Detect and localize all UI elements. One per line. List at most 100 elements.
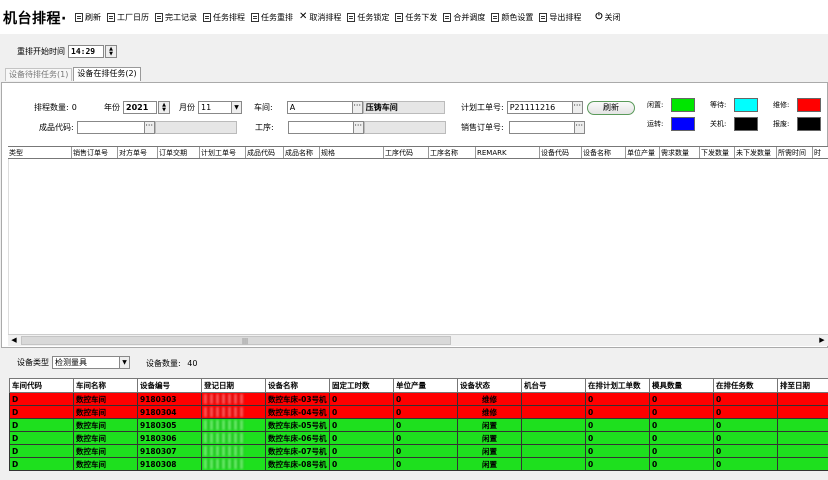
year-spinner[interactable]: ▲ ▼ [158, 101, 170, 114]
table-cell[interactable]: 0 [393, 457, 458, 471]
table-cell[interactable]: 9180303 [137, 392, 202, 406]
equipment-type-select[interactable]: 检测量具 ▼ [52, 356, 130, 369]
column-header[interactable]: 工序代码 [384, 147, 429, 158]
table-row[interactable]: D 数控车间 9180308 数控车床-08号机 0 0 闲置 0 0 0 [9, 457, 828, 471]
table-cell[interactable]: 0 [649, 444, 714, 458]
table-cell[interactable]: 0 [649, 405, 714, 419]
table-cell[interactable] [777, 444, 828, 458]
column-header[interactable]: 订单交期 [158, 147, 200, 158]
column-header[interactable]: 单位产量 [626, 147, 660, 158]
table-row[interactable]: D 数控车间 9180304 数控车床-04号机 0 0 维修 0 0 0 [9, 405, 828, 419]
table-cell[interactable]: 维修 [457, 405, 522, 419]
table-cell[interactable] [521, 392, 586, 406]
table-cell[interactable]: 0 [649, 418, 714, 432]
table-cell[interactable]: 数控车床-08号机 [265, 457, 330, 471]
factory-calendar-button[interactable]: 工厂日历 [107, 11, 149, 23]
table-cell[interactable]: D [9, 444, 74, 458]
task-dispatch-button[interactable]: 任务下发 [395, 11, 437, 23]
table-cell[interactable]: 0 [585, 418, 650, 432]
color-settings-button[interactable]: 颜色设置 [491, 11, 533, 23]
table-cell[interactable]: 0 [393, 405, 458, 419]
column-header[interactable]: 设备状态 [457, 378, 522, 393]
lookup-icon[interactable]: ··· [573, 122, 584, 133]
lookup-icon[interactable]: ··· [352, 122, 363, 133]
task-grid-body[interactable] [8, 159, 828, 334]
restart-time-input[interactable]: 14:29 [68, 45, 104, 58]
tab-pending-tasks[interactable]: 设备待排任务(1) [5, 68, 73, 81]
table-cell[interactable]: 数控车间 [73, 418, 138, 432]
table-cell[interactable]: 数控车间 [73, 392, 138, 406]
registration-date-cell[interactable] [201, 392, 266, 406]
table-cell[interactable]: D [9, 431, 74, 445]
registration-date-cell[interactable] [201, 444, 266, 458]
scroll-left-icon[interactable]: ◀ [8, 335, 20, 346]
table-cell[interactable]: 0 [713, 444, 778, 458]
table-cell[interactable]: 0 [649, 457, 714, 471]
table-cell[interactable]: 0 [713, 457, 778, 471]
column-header[interactable]: 设备名称 [265, 378, 330, 393]
column-header[interactable]: 工序名称 [429, 147, 476, 158]
lookup-icon[interactable]: ··· [143, 122, 154, 133]
table-cell[interactable]: 0 [713, 431, 778, 445]
table-cell[interactable]: 闲置 [457, 444, 522, 458]
column-header[interactable]: 类型 [8, 147, 72, 158]
column-header[interactable]: 下发数量 [700, 147, 735, 158]
table-cell[interactable]: D [9, 405, 74, 419]
table-cell[interactable]: 0 [713, 392, 778, 406]
table-cell[interactable] [521, 418, 586, 432]
restart-time-spinner[interactable]: ▲ ▼ [105, 45, 117, 58]
table-cell[interactable]: 0 [393, 418, 458, 432]
column-header[interactable]: 设备名称 [582, 147, 626, 158]
table-row[interactable]: D 数控车间 9180307 数控车床-07号机 0 0 闲置 0 0 0 [9, 444, 828, 458]
merge-dispatch-button[interactable]: 合并调度 [443, 11, 485, 23]
table-cell[interactable]: 数控车床-06号机 [265, 431, 330, 445]
column-header[interactable]: 时 [813, 147, 823, 158]
table-cell[interactable]: 数控车间 [73, 405, 138, 419]
task-grid-horizontal-scrollbar[interactable]: ◀ ||| ▶ [8, 334, 828, 346]
table-cell[interactable]: 0 [329, 457, 394, 471]
column-header[interactable]: 固定工时数 [329, 378, 394, 393]
tab-scheduled-tasks[interactable]: 设备在排任务(2) [73, 67, 141, 81]
task-schedule-button[interactable]: 任务排程 [203, 11, 245, 23]
table-row[interactable]: D 数控车间 9180306 数控车床-06号机 0 0 闲置 0 0 0 [9, 431, 828, 445]
table-cell[interactable]: 数控车间 [73, 431, 138, 445]
table-cell[interactable] [777, 457, 828, 471]
registration-date-cell[interactable] [201, 431, 266, 445]
column-header[interactable]: 在排计划工单数 [585, 378, 650, 393]
table-cell[interactable]: 0 [585, 444, 650, 458]
column-header[interactable]: 规格 [320, 147, 384, 158]
column-header[interactable]: REMARK [476, 147, 540, 158]
table-cell[interactable]: 0 [329, 418, 394, 432]
table-cell[interactable]: 9180306 [137, 431, 202, 445]
column-header[interactable]: 机台号 [521, 378, 586, 393]
table-cell[interactable]: 数控车床-04号机 [265, 405, 330, 419]
table-cell[interactable]: 数控车床-07号机 [265, 444, 330, 458]
table-cell[interactable]: D [9, 457, 74, 471]
table-row[interactable]: D 数控车间 9180303 数控车床-03号机 0 0 维修 0 0 0 [9, 392, 828, 406]
column-header[interactable]: 在排任务数 [713, 378, 778, 393]
task-lock-button[interactable]: 任务锁定 [347, 11, 389, 23]
close-button[interactable]: ⏻ 关闭 [595, 11, 620, 23]
column-header[interactable]: 登记日期 [201, 378, 266, 393]
refresh-button[interactable]: 刷新 [75, 11, 101, 23]
table-cell[interactable]: 0 [585, 431, 650, 445]
table-cell[interactable]: 0 [649, 431, 714, 445]
process-input[interactable]: ··· [287, 121, 364, 134]
cancel-schedule-button[interactable]: ✕ 取消排程 [299, 11, 341, 23]
table-cell[interactable]: 闲置 [457, 457, 522, 471]
table-cell[interactable] [521, 405, 586, 419]
table-cell[interactable]: 闲置 [457, 431, 522, 445]
table-cell[interactable]: 0 [585, 457, 650, 471]
table-cell[interactable] [777, 392, 828, 406]
table-cell[interactable]: 维修 [457, 392, 522, 406]
table-cell[interactable]: 0 [393, 431, 458, 445]
table-cell[interactable]: 0 [585, 405, 650, 419]
table-row[interactable]: D 数控车间 9180305 数控车床-05号机 0 0 闲置 0 0 0 [9, 418, 828, 432]
table-cell[interactable] [521, 431, 586, 445]
completion-record-button[interactable]: 完工记录 [155, 11, 197, 23]
table-cell[interactable]: 0 [649, 392, 714, 406]
column-header[interactable]: 对方单号 [118, 147, 158, 158]
table-cell[interactable]: 0 [329, 431, 394, 445]
column-header[interactable]: 模具数量 [649, 378, 714, 393]
table-cell[interactable]: D [9, 418, 74, 432]
